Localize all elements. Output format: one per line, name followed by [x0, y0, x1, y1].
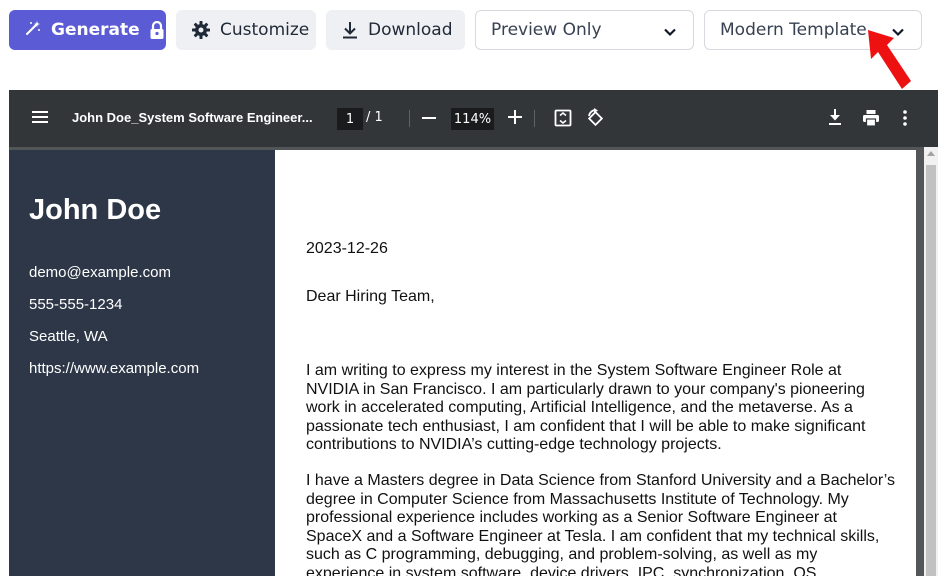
zoom-in-icon[interactable] — [507, 109, 523, 129]
letter-date: 2023-12-26 — [306, 240, 388, 257]
letter-greeting: Dear Hiring Team, — [306, 288, 435, 305]
customize-button-label: Customize — [220, 20, 310, 40]
template-select-value: Modern Template — [720, 20, 867, 40]
contact-location: Seattle, WA — [29, 328, 108, 345]
menu-icon[interactable] — [31, 109, 49, 129]
scroll-up-arrow-icon[interactable] — [927, 151, 935, 156]
preview-mode-value: Preview Only — [491, 20, 602, 40]
resume-sidebar: John Doe demo@example.com 555-555-1234 S… — [9, 150, 275, 576]
zoom-level-input[interactable]: 114% — [451, 108, 494, 130]
contact-website: https://www.example.com — [29, 360, 200, 377]
generate-button[interactable]: Generate — [9, 10, 166, 50]
download-icon[interactable] — [827, 108, 843, 130]
preview-mode-select[interactable]: Preview Only — [475, 10, 694, 50]
scrollbar-thumb[interactable] — [926, 165, 936, 576]
pdf-page: John Doe demo@example.com 555-555-1234 S… — [9, 150, 916, 576]
customize-button[interactable]: Customize — [176, 10, 316, 50]
print-icon[interactable] — [862, 109, 880, 131]
download-icon — [342, 21, 358, 39]
red-arrow-icon — [868, 30, 911, 89]
pdf-file-title: John Doe_System Software Engineer... — [72, 110, 313, 125]
contact-email: demo@example.com — [29, 264, 171, 281]
pdf-viewer-toolbar: John Doe_System Software Engineer... 1 /… — [9, 90, 938, 147]
page-number-input[interactable]: 1 — [337, 108, 363, 130]
pdf-viewer: John Doe_System Software Engineer... 1 /… — [9, 90, 938, 576]
page-count: / 1 — [366, 110, 383, 125]
letter-paragraph: I am writing to express my interest in t… — [306, 362, 866, 454]
download-button-label: Download — [368, 20, 453, 40]
magic-wand-icon — [25, 20, 41, 40]
gear-icon — [192, 21, 210, 39]
app-toolbar: Generate Customize Download Preview Only… — [0, 0, 951, 90]
more-options-icon[interactable] — [902, 109, 908, 131]
rotate-icon[interactable] — [585, 108, 605, 132]
pdf-scrollbar[interactable] — [924, 147, 938, 576]
candidate-name: John Doe — [29, 194, 162, 226]
lock-icon — [150, 20, 164, 39]
chevron-down-icon — [663, 24, 677, 44]
letter-paragraph: I have a Masters degree in Data Science … — [306, 472, 896, 576]
generate-button-label: Generate — [51, 20, 140, 40]
toolbar-divider — [534, 110, 535, 127]
toolbar-divider — [409, 110, 410, 127]
download-button[interactable]: Download — [326, 10, 465, 50]
fit-page-icon[interactable] — [554, 109, 572, 131]
zoom-out-icon[interactable] — [422, 117, 436, 119]
contact-phone: 555-555-1234 — [29, 296, 123, 313]
